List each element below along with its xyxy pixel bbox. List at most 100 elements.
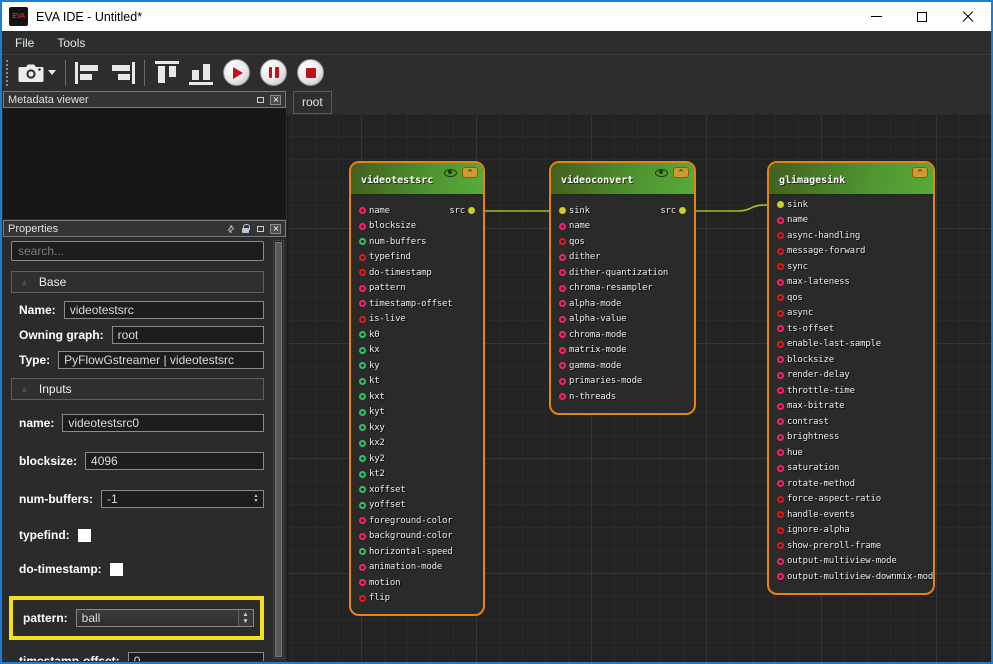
input-pin-name[interactable] bbox=[777, 217, 784, 224]
field-name[interactable]: videotestsrc0 bbox=[62, 414, 264, 432]
input-pin-kx[interactable] bbox=[359, 347, 366, 354]
toolbar-grip[interactable] bbox=[6, 60, 8, 86]
input-pin-timestamp-offset[interactable] bbox=[359, 300, 366, 307]
input-pin-kxt[interactable] bbox=[359, 393, 366, 400]
input-pin-message-forward[interactable] bbox=[777, 248, 784, 255]
combo-pattern[interactable]: ball▲▼ bbox=[76, 609, 254, 627]
input-pin-name[interactable] bbox=[559, 223, 566, 230]
properties-lock-button[interactable] bbox=[240, 224, 251, 234]
eye-icon[interactable] bbox=[655, 169, 668, 177]
camera-dropdown-icon[interactable] bbox=[48, 70, 56, 75]
checkbox-do-timestamp[interactable] bbox=[110, 563, 123, 576]
input-pin-blocksize[interactable] bbox=[777, 356, 784, 363]
input-pin-sink[interactable] bbox=[559, 207, 566, 214]
collapse-icon[interactable]: ^ bbox=[673, 167, 689, 178]
input-pin-kx2[interactable] bbox=[359, 440, 366, 447]
input-pin-ky[interactable] bbox=[359, 362, 366, 369]
node-header-videoconvert[interactable]: videoconvert^ bbox=[551, 163, 694, 195]
field-timestamp-offset[interactable]: 0 bbox=[128, 652, 264, 661]
field-blocksize[interactable]: 4096 bbox=[85, 452, 264, 470]
eye-icon[interactable] bbox=[444, 169, 457, 177]
input-pin-matrix-mode[interactable] bbox=[559, 347, 566, 354]
collapse-icon[interactable]: ^ bbox=[462, 167, 478, 178]
output-pin-src[interactable] bbox=[468, 207, 475, 214]
input-pin-output-multiview-mode[interactable] bbox=[777, 558, 784, 565]
input-pin-is-live[interactable] bbox=[359, 316, 366, 323]
input-pin-qos[interactable] bbox=[559, 238, 566, 245]
spin-down-icon[interactable]: ▼ bbox=[254, 499, 259, 504]
properties-float-button[interactable] bbox=[255, 224, 266, 234]
input-pin-n-threads[interactable] bbox=[559, 393, 566, 400]
input-pin-gamma-mode[interactable] bbox=[559, 362, 566, 369]
input-pin-ts-offset[interactable] bbox=[777, 325, 784, 332]
input-pin-dither-quantization[interactable] bbox=[559, 269, 566, 276]
stop-button[interactable] bbox=[297, 59, 324, 86]
pause-button[interactable] bbox=[260, 59, 287, 86]
maximize-button[interactable] bbox=[899, 2, 945, 31]
input-pin-dither[interactable] bbox=[559, 254, 566, 261]
input-pin-k0[interactable] bbox=[359, 331, 366, 338]
collapse-icon[interactable]: ^ bbox=[912, 167, 928, 178]
spin-up-icon[interactable]: ▲ bbox=[242, 611, 248, 618]
input-pin-saturation[interactable] bbox=[777, 465, 784, 472]
input-pin-sync[interactable] bbox=[777, 263, 784, 270]
input-pin-max-bitrate[interactable] bbox=[777, 403, 784, 410]
metadata-close-button[interactable] bbox=[270, 95, 281, 105]
input-pin-background-color[interactable] bbox=[359, 533, 366, 540]
field-type[interactable]: PyFlowGstreamer | videotestsrc bbox=[58, 351, 264, 369]
input-pin-pattern[interactable] bbox=[359, 285, 366, 292]
scrollbar-thumb[interactable] bbox=[275, 242, 282, 657]
input-pin-name[interactable] bbox=[359, 207, 366, 214]
minimize-button[interactable] bbox=[853, 2, 899, 31]
node-videotestsrc[interactable]: videotestsrc^namesrcblocksizenum-buffers… bbox=[349, 161, 485, 616]
input-pin-chroma-mode[interactable] bbox=[559, 331, 566, 338]
node-header-glimagesink[interactable]: glimagesink^ bbox=[769, 163, 933, 195]
search-input[interactable] bbox=[11, 241, 264, 261]
input-pin-max-lateness[interactable] bbox=[777, 279, 784, 286]
properties-scrollbar[interactable] bbox=[273, 240, 284, 659]
menu-tools[interactable]: Tools bbox=[47, 33, 95, 53]
tab-root[interactable]: root bbox=[293, 91, 332, 114]
input-pin-horizontal-speed[interactable] bbox=[359, 548, 366, 555]
play-button[interactable] bbox=[223, 59, 250, 86]
input-pin-do-timestamp[interactable] bbox=[359, 269, 366, 276]
input-pin-foreground-color[interactable] bbox=[359, 517, 366, 524]
section-header-inputs[interactable]: ▲Inputs bbox=[11, 378, 264, 400]
input-pin-show-preroll-frame[interactable] bbox=[777, 542, 784, 549]
input-pin-xoffset[interactable] bbox=[359, 486, 366, 493]
checkbox-typefind[interactable] bbox=[78, 529, 91, 542]
input-pin-ky2[interactable] bbox=[359, 455, 366, 462]
align-left-button[interactable] bbox=[71, 58, 105, 88]
node-graph-area[interactable]: videotestsrc^namesrcblocksizenum-buffers… bbox=[287, 115, 991, 662]
properties-close-button[interactable] bbox=[270, 224, 281, 234]
input-pin-render-delay[interactable] bbox=[777, 372, 784, 379]
output-pin-src[interactable] bbox=[679, 207, 686, 214]
spin-down-icon[interactable]: ▼ bbox=[242, 618, 248, 625]
input-pin-output-multiview-downmix-mode[interactable] bbox=[777, 573, 784, 580]
align-right-button[interactable] bbox=[105, 58, 139, 88]
spinner-pattern[interactable]: ▲▼ bbox=[238, 610, 252, 626]
menu-file[interactable]: File bbox=[5, 33, 44, 53]
input-pin-qos[interactable] bbox=[777, 294, 784, 301]
input-pin-blocksize[interactable] bbox=[359, 223, 366, 230]
input-pin-force-aspect-ratio[interactable] bbox=[777, 496, 784, 503]
input-pin-sink[interactable] bbox=[777, 201, 784, 208]
node-header-videotestsrc[interactable]: videotestsrc^ bbox=[351, 163, 483, 195]
input-pin-handle-events[interactable] bbox=[777, 511, 784, 518]
input-pin-kyt[interactable] bbox=[359, 409, 366, 416]
input-pin-async-handling[interactable] bbox=[777, 232, 784, 239]
properties-dock-button[interactable]: ⇄ bbox=[225, 224, 236, 234]
node-glimagesink[interactable]: glimagesink^sinknameasync-handlingmessag… bbox=[767, 161, 935, 595]
section-header-base[interactable]: ▲Base bbox=[11, 271, 264, 293]
field-num-buffers[interactable]: -1▲▼ bbox=[101, 490, 264, 508]
input-pin-contrast[interactable] bbox=[777, 418, 784, 425]
align-top-button[interactable] bbox=[150, 58, 184, 88]
input-pin-ignore-alpha[interactable] bbox=[777, 527, 784, 534]
input-pin-brightness[interactable] bbox=[777, 434, 784, 441]
input-pin-flip[interactable] bbox=[359, 595, 366, 602]
input-pin-chroma-resampler[interactable] bbox=[559, 285, 566, 292]
input-pin-rotate-method[interactable] bbox=[777, 480, 784, 487]
input-pin-async[interactable] bbox=[777, 310, 784, 317]
input-pin-motion[interactable] bbox=[359, 579, 366, 586]
input-pin-throttle-time[interactable] bbox=[777, 387, 784, 394]
